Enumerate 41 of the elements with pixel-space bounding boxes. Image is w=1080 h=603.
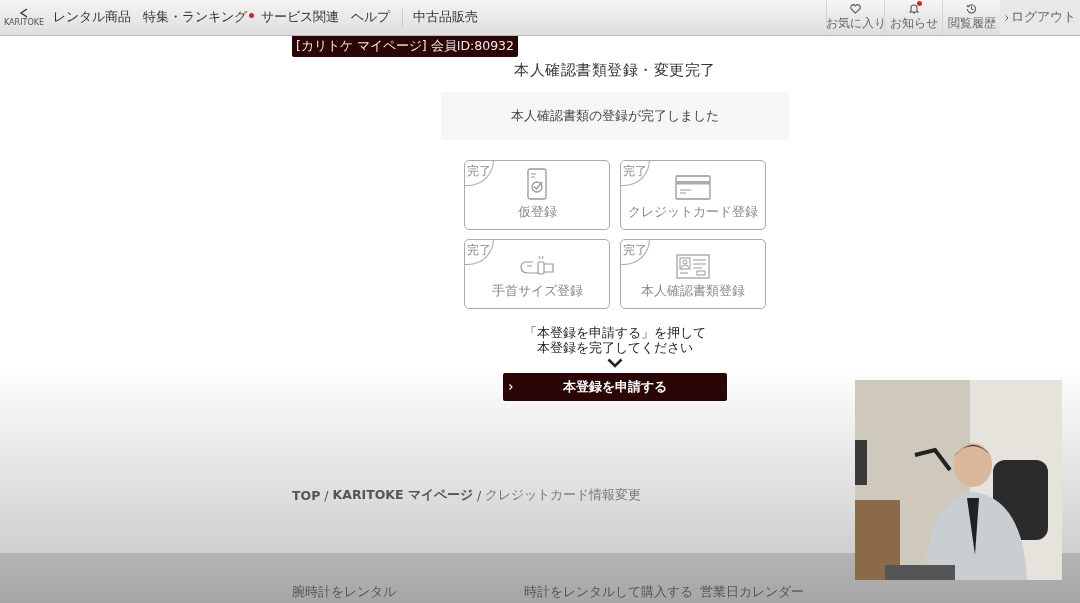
breadcrumb-current: クレジットカード情報変更 (485, 487, 642, 504)
breadcrumb-separator: / (324, 488, 329, 503)
page-title: 本人確認書類登録・変更完了 (514, 61, 716, 80)
nav-link[interactable]: サービス関連 (261, 9, 339, 26)
chevron-right-icon (1004, 14, 1009, 21)
history-icon (966, 3, 977, 14)
step-label: 本人確認書類登録 (641, 283, 745, 300)
status-tag: 完了 (619, 159, 650, 186)
logo[interactable]: KARITOKE (0, 8, 48, 27)
status-tag: 完了 (463, 159, 494, 186)
breadcrumb-link[interactable]: KARITOKE マイページ (332, 487, 473, 504)
footer-heading: 営業日カレンダー (700, 584, 804, 601)
breadcrumb-link[interactable]: TOP (292, 488, 321, 503)
nav-link[interactable]: ヘルプ (351, 9, 390, 26)
status-tag: 完了 (463, 238, 494, 265)
step-label: 手首サイズ登録 (491, 283, 583, 300)
heart-icon (850, 3, 861, 14)
phone-check-icon (527, 168, 547, 200)
step-label: 仮登録 (517, 204, 557, 221)
id-card-icon (676, 254, 710, 279)
chevron-right-icon (509, 384, 513, 390)
credit-card-icon (675, 175, 711, 200)
header-icon-button[interactable]: お気に入り (826, 0, 884, 35)
member-id-badge: [カリトケ マイページ] 会員ID:80932 (292, 36, 518, 57)
submit-button[interactable]: 本登録を申請する (503, 373, 727, 401)
nav-link[interactable]: 中古品販売 (413, 9, 478, 26)
breadcrumb-separator: / (476, 488, 482, 503)
footer-heading: 腕時計をレンタル (292, 584, 396, 601)
chevron-down-icon (607, 358, 623, 368)
nav-link[interactable]: 特集・ランキング (143, 9, 247, 26)
status-tag: 完了 (619, 238, 650, 265)
step-label: クレジットカード登録 (628, 204, 758, 221)
completion-message: 本人確認書類の登録が完了しました (511, 107, 719, 125)
logo-text: KARITOKE (4, 18, 44, 27)
logo-icon (19, 8, 29, 18)
nav-link[interactable]: レンタル商品 (53, 9, 131, 26)
footer-heading: 時計をレンタルして購入する (524, 584, 693, 601)
bell-icon (908, 3, 919, 14)
instruction-text: 「本登録を申請する」を押して 本登録を完了してください (524, 325, 706, 355)
logout-button[interactable]: ログアウト (1000, 0, 1080, 35)
header-icon-button[interactable]: お知らせ (884, 0, 942, 35)
